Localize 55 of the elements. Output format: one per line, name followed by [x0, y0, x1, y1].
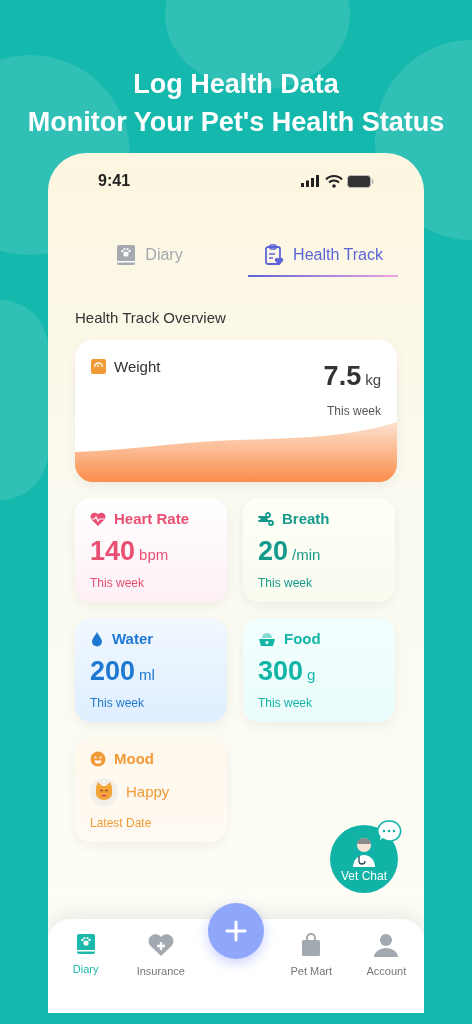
metric-card[interactable]: Water 200 ml This week	[75, 617, 227, 722]
clipboard-heart-icon	[263, 244, 286, 266]
weight-label: Weight	[114, 356, 161, 377]
metric-caption: This week	[258, 574, 314, 592]
metric-card[interactable]: Food 300 g This week	[243, 617, 395, 722]
section-title: Health Track Overview	[74, 308, 227, 328]
doctor-figure-icon	[351, 837, 377, 867]
nav-tab[interactable]: Pet Mart	[273, 933, 349, 980]
nav-tab[interactable]: Insurance	[123, 933, 199, 980]
metric-card[interactable]: Heart Rate 140 bpm This week	[75, 497, 227, 602]
metric-title: Heart Rate	[114, 508, 190, 529]
metric-card[interactable]: Mood Happy Latest Date	[75, 737, 227, 842]
caption: This week	[326, 403, 381, 420]
metric-unit: ml	[139, 665, 155, 685]
paw-book-icon	[115, 244, 138, 266]
weight-card[interactable]: Weight 7.5 kg This week	[75, 339, 397, 482]
status-time: 9:41	[98, 171, 131, 191]
wifi-icon	[325, 174, 343, 188]
nav-tab[interactable]: Account	[348, 933, 424, 980]
metric-title: Food	[284, 628, 321, 649]
metric-caption: This week	[90, 694, 146, 712]
metric-title: Water	[112, 628, 154, 649]
metric-caption: This week	[90, 574, 146, 592]
tab[interactable]: Health Track	[248, 237, 398, 277]
person-icon	[373, 933, 400, 957]
mood-value: Happy	[126, 781, 170, 802]
metric-title: Mood	[114, 748, 154, 769]
metric-unit: bpm	[139, 545, 169, 565]
scale-icon	[91, 359, 106, 375]
metric-title: Breath	[282, 508, 330, 529]
metric-value: 300	[258, 658, 304, 685]
metric-value: 20	[258, 538, 289, 565]
signal-icon	[301, 175, 321, 187]
metric-caption: Latest Date	[90, 814, 153, 832]
weight-unit: kg	[365, 369, 381, 390]
metric-caption: This week	[258, 694, 314, 712]
shopping-bag-icon	[300, 933, 323, 957]
chat-bubble-icon	[376, 820, 402, 844]
heart-plus-icon	[147, 933, 174, 957]
add-button[interactable]	[208, 903, 264, 959]
plus-icon	[225, 920, 247, 942]
weight-value: 7.5	[323, 359, 362, 393]
metric-value: 200	[90, 658, 136, 685]
metric-value: 140	[90, 538, 136, 565]
tab[interactable]: Diary	[74, 237, 224, 277]
nav-tab[interactable]: Diary	[48, 933, 124, 978]
vet-chat-button[interactable]: Vet Chat	[330, 825, 398, 893]
headline: Log Health Data	[133, 68, 339, 101]
metric-unit: g	[307, 665, 316, 685]
metric-card[interactable]: Breath 20/min This week	[243, 497, 395, 602]
paw-book-icon	[74, 933, 97, 955]
battery-icon	[347, 174, 374, 188]
metric-unit: /min	[292, 545, 321, 565]
cat-face-icon	[90, 778, 118, 806]
headline: Monitor Your Pet's Health Status	[27, 106, 445, 139]
